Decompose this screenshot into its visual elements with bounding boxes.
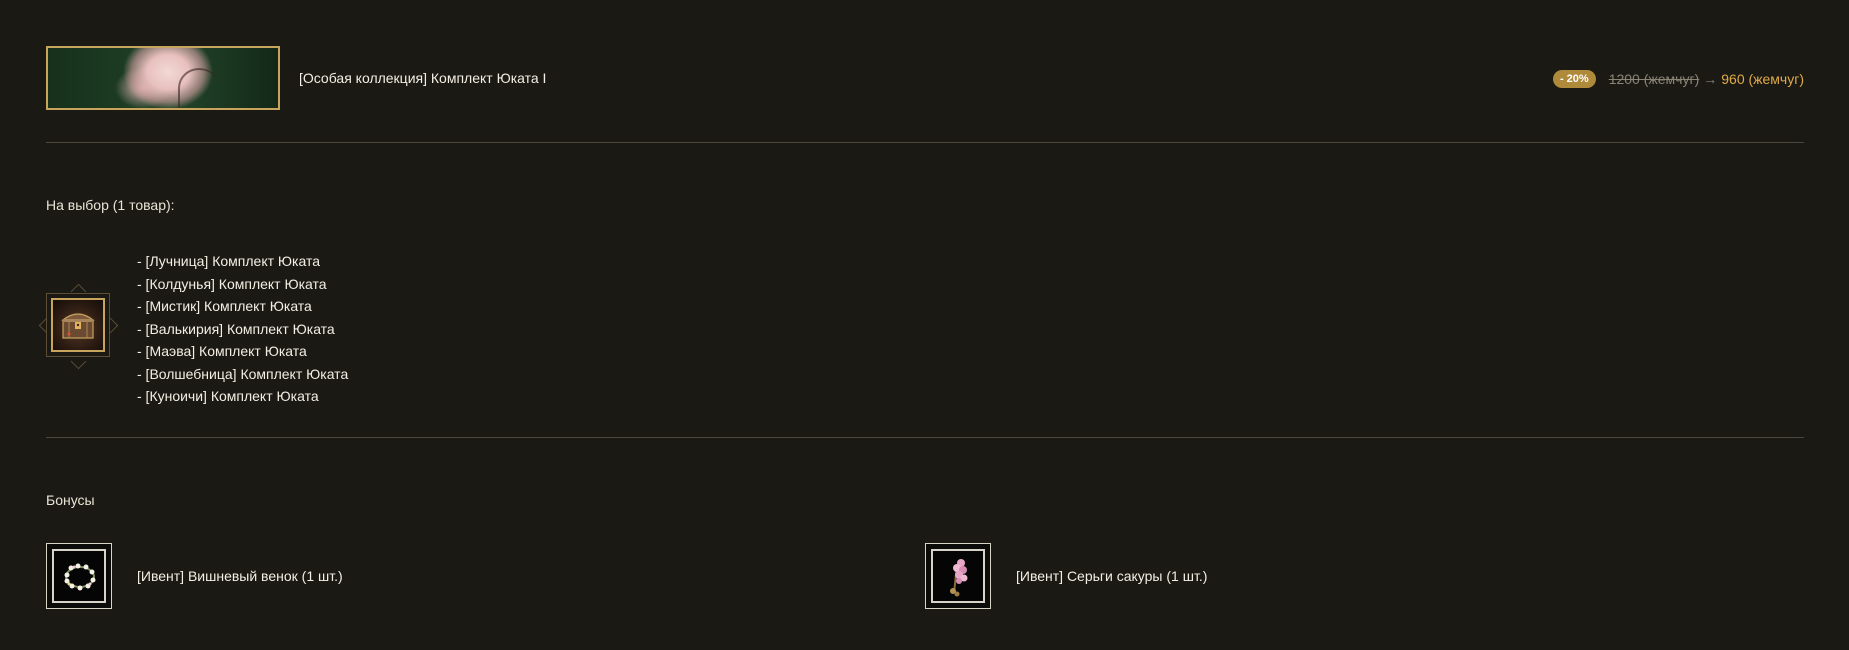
chest-icon bbox=[61, 313, 95, 339]
price-box: - 20% 1200 (жемчуг) → 960 (жемчуг) bbox=[1552, 70, 1804, 88]
product-header: [Особая коллекция] Комплект Юката I - 20… bbox=[46, 46, 1804, 110]
list-item: - [Лучница] Комплект Юката bbox=[137, 253, 320, 269]
choice-item-list: - [Лучница] Комплект Юката - [Колдунья] … bbox=[137, 250, 348, 408]
choice-section-label: На выбор (1 товар): bbox=[46, 197, 175, 213]
list-item: - [Мистик] Комплект Юката bbox=[137, 298, 312, 314]
list-item: - [Маэва] Комплект Юката bbox=[137, 343, 307, 359]
price-arrow: → bbox=[1703, 71, 1718, 87]
sakura-earrings-icon bbox=[950, 559, 968, 597]
list-item: - [Волшебница] Комплект Юката bbox=[137, 365, 349, 382]
discount-badge: - 20% bbox=[1552, 70, 1596, 88]
choice-item-slot bbox=[38, 283, 120, 370]
list-item: - [Куноичи] Комплект Юката bbox=[137, 388, 319, 404]
bonuses-section-label: Бонусы bbox=[46, 492, 95, 508]
divider bbox=[46, 437, 1804, 438]
new-price: 960 (жемчуг) bbox=[1721, 71, 1804, 87]
bonus-item-frame bbox=[46, 543, 112, 609]
bonus-item-frame bbox=[925, 543, 991, 609]
divider bbox=[46, 142, 1804, 143]
list-item: - [Колдунья] Комплект Юката bbox=[137, 275, 327, 292]
product-title: [Особая коллекция] Комплект Юката I bbox=[299, 70, 547, 86]
bonus-item-label: [Ивент] Серьги сакуры (1 шт.) bbox=[1016, 568, 1208, 584]
bonus-item-label: [Ивент] Вишневый венок (1 шт.) bbox=[137, 568, 343, 584]
flower-wreath-icon bbox=[64, 563, 96, 591]
old-price: 1200 (жемчуг) bbox=[1608, 71, 1700, 87]
product-banner-image bbox=[46, 46, 280, 110]
list-item: - [Валькирия] Комплект Юката bbox=[137, 320, 335, 337]
chest-frame bbox=[46, 293, 110, 357]
